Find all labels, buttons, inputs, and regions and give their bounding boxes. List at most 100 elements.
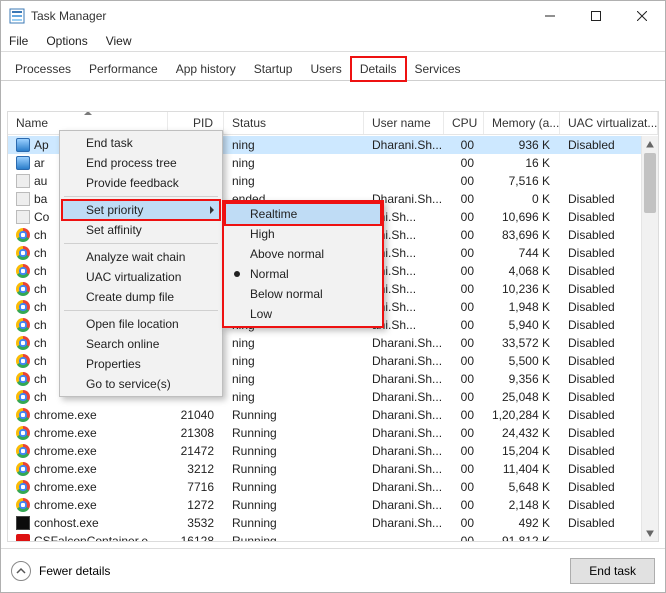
fewer-details-label: Fewer details <box>39 564 110 578</box>
tab-app-history[interactable]: App history <box>167 57 245 81</box>
table-row[interactable]: conhost.exe3532RunningDharani.Sh...00492… <box>8 514 658 532</box>
ctx-uac[interactable]: UAC virtualization <box>62 267 220 287</box>
process-icon <box>16 282 30 296</box>
close-button[interactable] <box>619 1 665 31</box>
ctx-properties[interactable]: Properties <box>62 354 220 374</box>
chevron-up-icon <box>11 561 31 581</box>
process-status: ning <box>224 334 364 352</box>
process-icon <box>16 462 30 476</box>
process-memory: 25,048 K <box>484 388 560 406</box>
process-icon <box>16 516 30 530</box>
ctx-set-priority[interactable]: Set priority <box>62 200 220 220</box>
priority-high[interactable]: High <box>226 224 380 244</box>
process-pid: 21040 <box>168 406 224 424</box>
menu-file[interactable]: File <box>7 32 30 50</box>
process-memory: 16 K <box>484 154 560 172</box>
process-cpu: 00 <box>444 154 484 172</box>
process-status: Running <box>224 460 364 478</box>
ctx-set-priority-label: Set priority <box>86 203 143 217</box>
process-icon <box>16 192 30 206</box>
tab-processes[interactable]: Processes <box>6 57 80 81</box>
scroll-down-button[interactable] <box>642 524 658 541</box>
priority-normal-label: Normal <box>250 267 289 281</box>
tab-services[interactable]: Services <box>406 57 470 81</box>
process-memory: 10,236 K <box>484 280 560 298</box>
process-cpu: 00 <box>444 280 484 298</box>
col-cpu[interactable]: CPU <box>444 112 484 134</box>
process-name: CSFalconContainer.e <box>34 532 148 541</box>
process-memory: 15,204 K <box>484 442 560 460</box>
process-memory: 5,648 K <box>484 478 560 496</box>
priority-normal[interactable]: Normal <box>226 264 380 284</box>
process-memory: 33,572 K <box>484 334 560 352</box>
process-status: Running <box>224 478 364 496</box>
process-icon <box>16 354 30 368</box>
process-icon <box>16 336 30 350</box>
process-memory: 1,20,284 K <box>484 406 560 424</box>
process-status: ning <box>224 370 364 388</box>
process-user: Dharani.Sh... <box>364 478 444 496</box>
table-row[interactable]: chrome.exe21040RunningDharani.Sh...001,2… <box>8 406 658 424</box>
end-task-button[interactable]: End task <box>570 558 655 584</box>
minimize-button[interactable] <box>527 1 573 31</box>
process-user <box>364 532 444 541</box>
process-cpu: 00 <box>444 424 484 442</box>
col-uac[interactable]: UAC virtualizat... <box>560 112 658 134</box>
submenu-arrow-icon <box>210 206 214 214</box>
ctx-set-affinity[interactable]: Set affinity <box>62 220 220 240</box>
app-icon <box>9 8 25 24</box>
tab-startup[interactable]: Startup <box>245 57 302 81</box>
ctx-dump[interactable]: Create dump file <box>62 287 220 307</box>
table-row[interactable]: CSFalconContainer.e16128Running0091,812 … <box>8 532 658 541</box>
process-cpu: 00 <box>444 172 484 190</box>
priority-low[interactable]: Low <box>226 304 380 324</box>
process-name: ch <box>34 370 47 388</box>
window-controls <box>527 1 665 31</box>
radio-selected-icon <box>234 271 240 277</box>
ctx-search[interactable]: Search online <box>62 334 220 354</box>
ctx-end-task[interactable]: End task <box>62 133 220 153</box>
process-icon <box>16 138 30 152</box>
ctx-end-tree[interactable]: End process tree <box>62 153 220 173</box>
table-row[interactable]: chrome.exe21472RunningDharani.Sh...0015,… <box>8 442 658 460</box>
ctx-feedback[interactable]: Provide feedback <box>62 173 220 193</box>
process-cpu: 00 <box>444 442 484 460</box>
ctx-open-location[interactable]: Open file location <box>62 314 220 334</box>
ctx-analyze[interactable]: Analyze wait chain <box>62 247 220 267</box>
ctx-services[interactable]: Go to service(s) <box>62 374 220 394</box>
priority-below[interactable]: Below normal <box>226 284 380 304</box>
scroll-up-button[interactable] <box>642 136 658 153</box>
process-name: ar <box>34 154 45 172</box>
ctx-separator <box>64 196 218 197</box>
process-user: Dharani.Sh... <box>364 370 444 388</box>
process-memory: 7,516 K <box>484 172 560 190</box>
process-icon <box>16 426 30 440</box>
maximize-button[interactable] <box>573 1 619 31</box>
menu-options[interactable]: Options <box>44 32 89 50</box>
window-title: Task Manager <box>31 9 527 23</box>
table-row[interactable]: chrome.exe7716RunningDharani.Sh...005,64… <box>8 478 658 496</box>
process-name: chrome.exe <box>34 460 97 478</box>
footer: Fewer details End task <box>1 548 665 592</box>
process-memory: 5,500 K <box>484 352 560 370</box>
col-status[interactable]: Status <box>224 112 364 134</box>
table-row[interactable]: chrome.exe21308RunningDharani.Sh...0024,… <box>8 424 658 442</box>
priority-above[interactable]: Above normal <box>226 244 380 264</box>
scrollbar-vertical[interactable] <box>641 136 658 541</box>
priority-realtime[interactable]: Realtime <box>224 202 382 226</box>
tab-performance[interactable]: Performance <box>80 57 167 81</box>
menu-view[interactable]: View <box>104 32 134 50</box>
process-status: Running <box>224 442 364 460</box>
col-mem[interactable]: Memory (a... <box>484 112 560 134</box>
col-user[interactable]: User name <box>364 112 444 134</box>
table-row[interactable]: chrome.exe3212RunningDharani.Sh...0011,4… <box>8 460 658 478</box>
process-name: ch <box>34 352 47 370</box>
scroll-thumb[interactable] <box>644 153 656 213</box>
tab-details[interactable]: Details <box>351 57 406 81</box>
process-memory: 11,404 K <box>484 460 560 478</box>
tab-users[interactable]: Users <box>301 57 350 81</box>
fewer-details-button[interactable]: Fewer details <box>11 561 110 581</box>
process-pid: 3212 <box>168 460 224 478</box>
table-row[interactable]: chrome.exe1272RunningDharani.Sh...002,14… <box>8 496 658 514</box>
process-name: Co <box>34 208 49 226</box>
